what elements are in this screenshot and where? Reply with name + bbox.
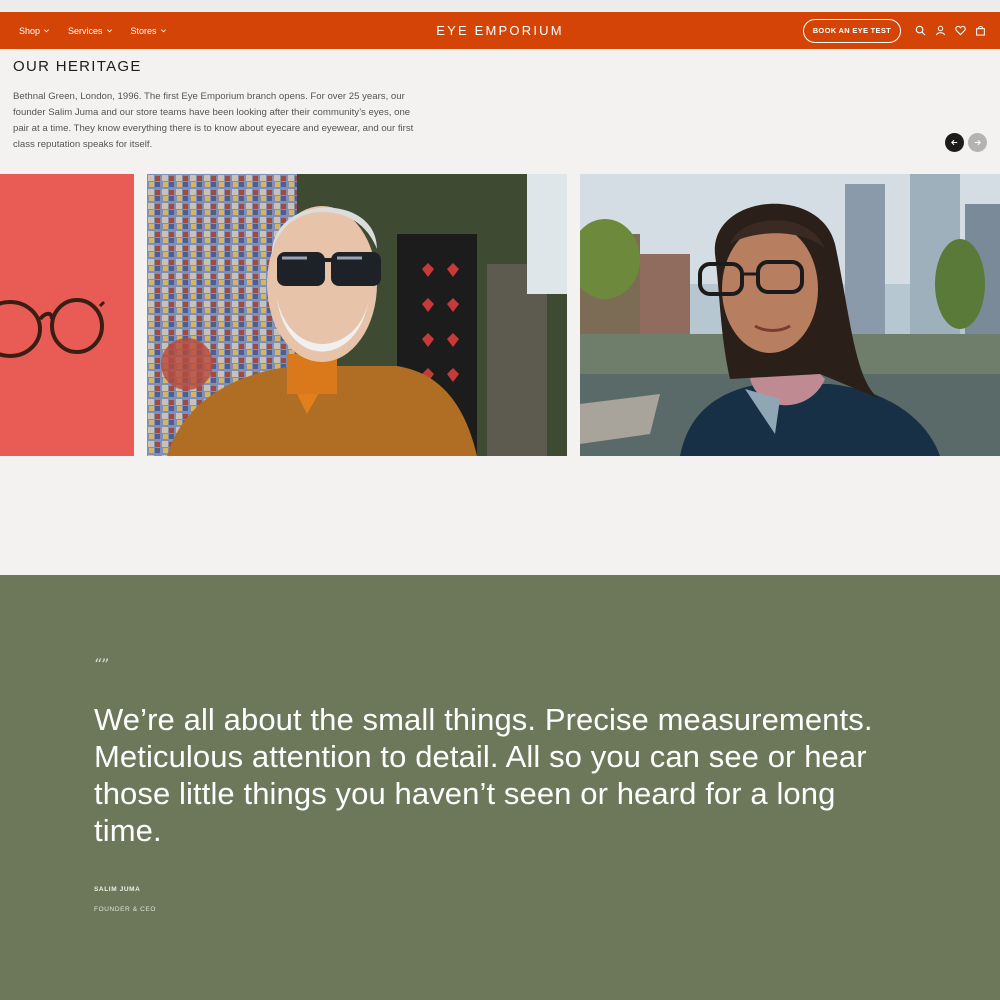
nav-actions: BOOK AN EYE TEST (802, 12, 986, 49)
quote-mark-icon: “” (94, 655, 109, 674)
nav-item-label: Stores (130, 25, 157, 36)
arrow-right-icon (974, 139, 981, 146)
main-navigation: Shop Services Stores EYE EMPORIUM BOOK A… (0, 12, 1000, 49)
bag-icon[interactable] (975, 25, 986, 36)
founder-quote-section: “” We’re all about the small things. Pre… (0, 575, 1000, 1000)
woman-glasses-photo (580, 174, 1000, 456)
quote-text: We’re all about the small things. Precis… (94, 702, 873, 848)
carousel-next-button[interactable] (968, 133, 987, 152)
nav-item-shop[interactable]: Shop (19, 26, 50, 36)
browser-top-strip (0, 0, 1000, 12)
chevron-down-icon (160, 29, 166, 33)
chevron-down-icon (106, 29, 112, 33)
carousel-prev-button[interactable] (945, 133, 964, 152)
nav-item-services[interactable]: Services (68, 26, 113, 36)
carousel-image-glasses[interactable] (0, 174, 134, 456)
arrow-left-icon (951, 139, 958, 146)
nav-item-stores[interactable]: Stores (131, 26, 167, 36)
nav-item-label: Shop (19, 25, 41, 36)
chevron-down-icon (44, 29, 50, 33)
man-sunglasses-photo (147, 174, 567, 456)
nav-item-label: Services (68, 25, 103, 36)
account-icon[interactable] (935, 25, 946, 36)
glasses-photo (0, 174, 134, 456)
wishlist-heart-icon[interactable] (955, 25, 966, 36)
carousel-image-man-sunglasses[interactable] (147, 174, 567, 456)
quote-author: SALIM JUMA (94, 886, 141, 893)
carousel-image-woman-glasses[interactable] (580, 174, 1000, 456)
search-icon[interactable] (915, 25, 926, 36)
book-eye-test-button[interactable]: BOOK AN EYE TEST (802, 18, 901, 43)
nav-menu: Shop Services Stores (19, 12, 167, 49)
heritage-description: Bethnal Green, London, 1996. The first E… (13, 91, 414, 150)
quote-author-role: FOUNDER & CEO (94, 906, 156, 913)
section-title: OUR HERITAGE (13, 58, 142, 75)
